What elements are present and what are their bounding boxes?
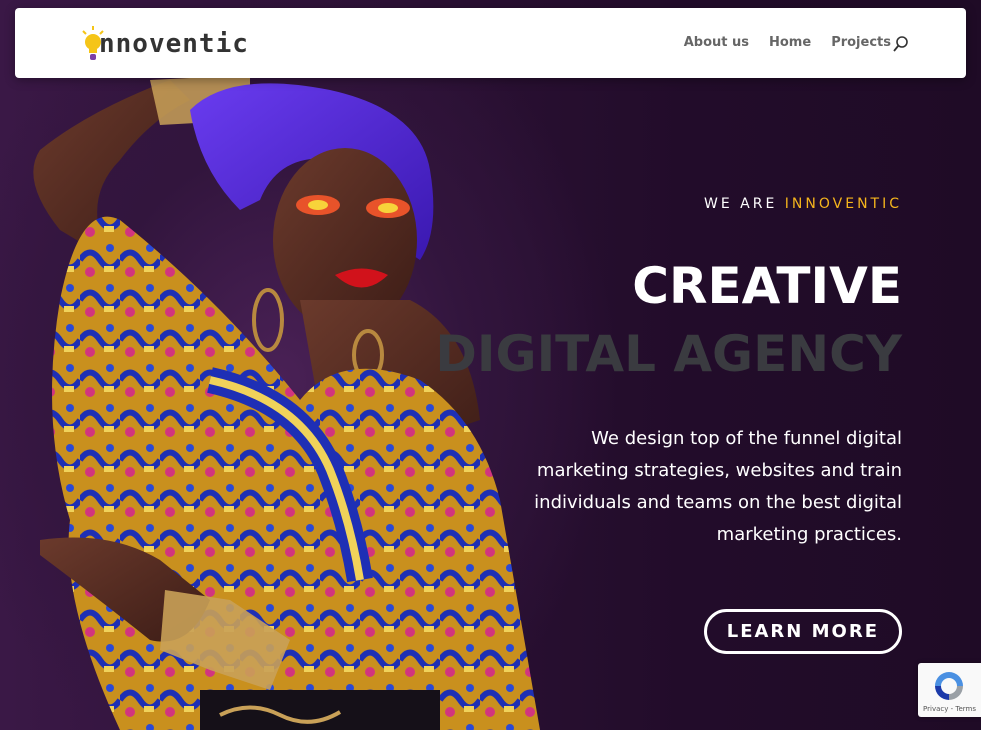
recaptcha-icon <box>935 672 963 700</box>
main-nav: About us Home Projects <box>684 35 891 50</box>
recaptcha-links[interactable]: Privacy - Terms <box>918 705 981 713</box>
search-icon[interactable] <box>892 35 910 53</box>
hero-title-line2: DIGITAL AGENCY <box>435 325 902 383</box>
site-header: nnoventic About us Home Projects <box>15 8 966 78</box>
brand-name: nnoventic <box>99 29 249 59</box>
kicker-accent: INNOVENTIC <box>784 196 902 212</box>
learn-more-button[interactable]: LEARN MORE <box>703 609 902 654</box>
hero-title-line1: CREATIVE <box>632 257 902 315</box>
kicker-prefix: WE ARE <box>704 196 778 212</box>
hero-section: nnoventic About us Home Projects WE ARE … <box>0 0 981 730</box>
hero-kicker: WE ARE INNOVENTIC <box>382 196 902 212</box>
nav-item-home[interactable]: Home <box>769 35 811 50</box>
brand-logo[interactable]: nnoventic <box>81 26 249 62</box>
nav-item-about-us[interactable]: About us <box>684 35 749 50</box>
recaptcha-badge[interactable]: Privacy - Terms <box>918 663 981 717</box>
hero-description: We design top of the funnel digital mark… <box>534 428 902 545</box>
hero-content: WE ARE INNOVENTIC CREATIVE DIGITAL AGENC… <box>382 196 902 654</box>
nav-item-projects[interactable]: Projects <box>831 35 891 50</box>
